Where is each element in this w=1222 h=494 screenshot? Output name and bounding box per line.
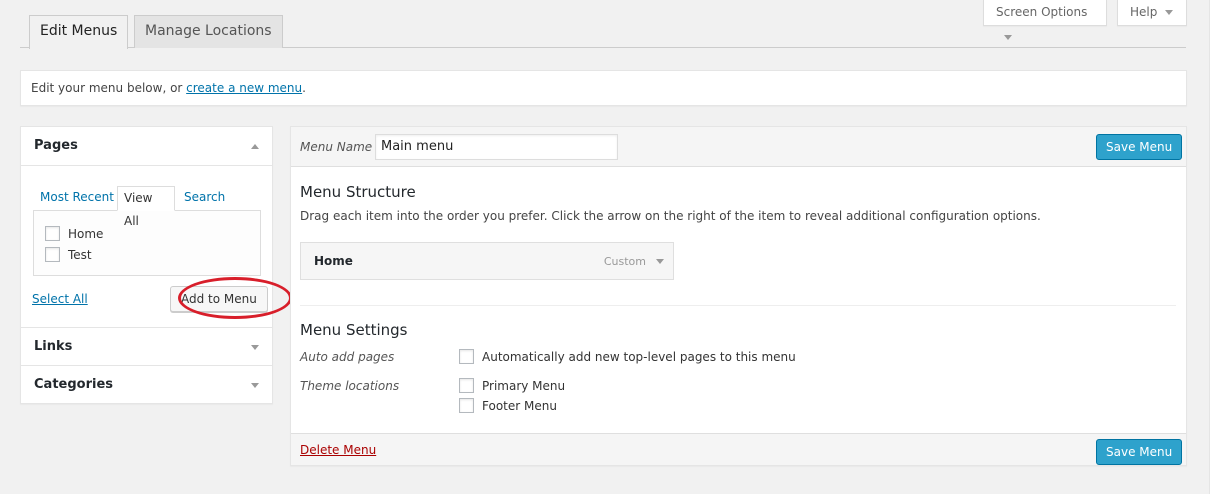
menu-structure-desc: Drag each item into the order you prefer… [300, 209, 1041, 223]
tab-edit-menus[interactable]: Edit Menus [29, 15, 129, 49]
page-item-home[interactable]: Home [45, 225, 103, 243]
menu-settings-title: Menu Settings [300, 321, 408, 339]
checkbox[interactable] [45, 247, 60, 262]
chevron-down-icon [1165, 10, 1174, 15]
screen-options-label: Screen Options [996, 5, 1088, 19]
expand-arrow-icon[interactable] [251, 345, 259, 350]
screen-options-button[interactable]: Screen Options [983, 0, 1107, 40]
pages-section-header[interactable]: Pages [21, 127, 272, 165]
highlight-ring-annotation [178, 277, 292, 319]
item-edit-arrow-icon[interactable] [656, 259, 664, 264]
option-label: Footer Menu [482, 399, 557, 413]
help-button[interactable]: Help [1117, 0, 1187, 26]
save-menu-button-bottom[interactable]: Save Menu [1096, 439, 1183, 465]
subtab-label: Search [184, 190, 226, 204]
categories-section-header[interactable]: Categories [21, 366, 272, 404]
divider [300, 305, 1176, 306]
delete-menu-link[interactable]: Delete Menu [300, 443, 376, 457]
menu-footer: Save Menu [291, 433, 1186, 465]
page-item-test[interactable]: Test [45, 246, 92, 264]
option-label: Automatically add new top-level pages to… [482, 350, 796, 364]
create-new-menu-link[interactable]: create a new menu [186, 81, 302, 95]
auto-add-label: Auto add pages [300, 350, 395, 364]
option-label: Primary Menu [482, 379, 566, 393]
info-text: Edit your menu below, or [31, 81, 187, 95]
select-all-link[interactable]: Select All [32, 292, 88, 306]
links-title: Links [34, 339, 73, 354]
info-suffix: . [302, 81, 306, 95]
pages-title: Pages [34, 138, 78, 153]
menu-header: Menu Name Main menu Save Menu [291, 127, 1186, 167]
collapse-arrow-icon[interactable] [251, 144, 259, 149]
theme-locations-label: Theme locations [300, 379, 400, 393]
checkbox[interactable] [459, 349, 474, 364]
checkbox[interactable] [459, 378, 474, 393]
menu-item-title: Home [314, 254, 353, 268]
categories-title: Categories [34, 377, 114, 392]
subtab-label: Most Recent [40, 190, 114, 204]
help-label: Help [1130, 5, 1158, 19]
save-menu-button[interactable]: Save Menu [1096, 134, 1183, 160]
menu-name-label: Menu Name [300, 140, 373, 154]
expand-arrow-icon[interactable] [251, 383, 259, 388]
location-footer-menu[interactable]: Footer Menu [459, 398, 557, 413]
checkbox[interactable] [459, 398, 474, 413]
menu-item[interactable]: Home Custom [300, 242, 674, 280]
chevron-down-icon [1004, 35, 1012, 40]
links-section-header[interactable]: Links [21, 328, 272, 366]
manage-menus-bar: Edit your menu below, or create a new me… [20, 70, 1187, 106]
menu-management-panel: Menu Name Main menu Save Menu Menu Struc… [290, 126, 1187, 466]
divider [21, 165, 272, 166]
subtab-view-all[interactable]: View All [117, 186, 175, 228]
subtab-most-recent[interactable]: Most Recent [34, 186, 120, 211]
page-item-label: Home [68, 227, 104, 241]
tab-label: Manage Locations [145, 23, 272, 39]
pages-checklist: Home Test [33, 210, 261, 276]
menu-structure-title: Menu Structure [300, 183, 416, 201]
page-item-label: Test [68, 248, 92, 262]
subtab-search[interactable]: Search [178, 186, 231, 211]
add-menu-items-panel: Pages Most Recent View All Search Home T… [20, 126, 292, 404]
checkbox[interactable] [45, 226, 60, 241]
menu-name-input[interactable]: Main menu [375, 134, 618, 160]
tab-manage-locations[interactable]: Manage Locations [134, 15, 283, 48]
tab-label: Edit Menus [40, 23, 118, 39]
location-primary-menu[interactable]: Primary Menu [459, 378, 565, 393]
menu-item-type: Custom [603, 255, 646, 268]
auto-add-option[interactable]: Automatically add new top-level pages to… [459, 349, 796, 364]
scrollbar[interactable] [1209, 0, 1222, 494]
